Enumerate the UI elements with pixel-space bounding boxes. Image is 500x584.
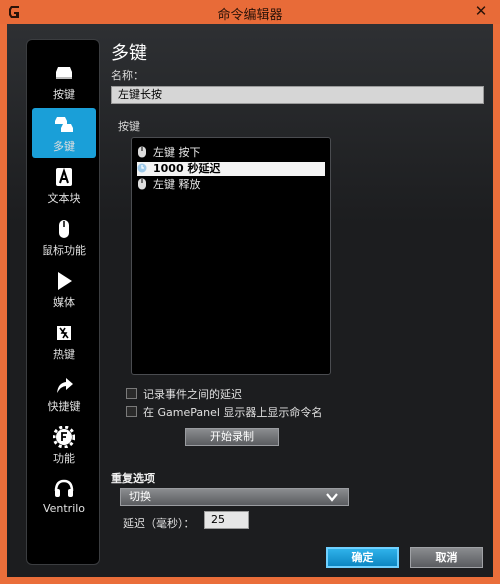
keys-label: 按键 [118, 120, 140, 133]
chevron-down-icon [326, 493, 338, 502]
ok-button[interactable]: 确定 [326, 547, 399, 568]
record-delays-checkbox[interactable]: 记录事件之间的延迟 [126, 388, 242, 402]
sidebar-item-label: 功能 [53, 452, 75, 465]
sidebar-item-media[interactable]: 媒体 [32, 264, 96, 314]
delay-label: 延迟（毫秒）： [123, 517, 195, 530]
sidebar-item-mouse-function[interactable]: 鼠标功能 [32, 212, 96, 262]
name-field[interactable]: 左键长按 [111, 86, 484, 104]
sidebar-item-label: 多键 [53, 140, 75, 153]
sidebar-item-label: 文本块 [47, 192, 81, 205]
sidebar-item-label: 热键 [53, 348, 75, 361]
cancel-button[interactable]: 取消 [410, 547, 483, 568]
sidebar-item-multikey[interactable]: 多键 [32, 108, 96, 158]
show-in-gamepanel-checkbox[interactable]: 在 GamePanel 显示器上显示命令名 [126, 406, 322, 420]
text-block-icon [56, 167, 72, 186]
mouse-icon [138, 146, 146, 158]
key-icon [56, 67, 72, 79]
clock-icon [137, 163, 147, 173]
start-recording-button[interactable]: 开始录制 [185, 428, 279, 446]
sidebar-item-shortcut[interactable]: 快捷键 [32, 368, 96, 418]
sidebar-item-keystroke[interactable]: 按键 [32, 56, 96, 106]
function-gear-icon [53, 426, 75, 448]
keystroke-list[interactable]: 左键 按下 1000 秒延迟 左键 释放 [131, 137, 331, 375]
list-item[interactable]: 左键 释放 [137, 178, 325, 192]
checkbox-label: 在 GamePanel 显示器上显示命令名 [143, 406, 323, 419]
checkbox-box[interactable] [126, 388, 137, 399]
list-item[interactable]: 1000 秒延迟 [137, 162, 325, 176]
delay-ms-field[interactable]: 25 [204, 511, 249, 529]
page-title: 多键 [111, 43, 147, 64]
list-item[interactable]: 左键 按下 [137, 146, 325, 160]
sidebar-item-label: Ventrilo [42, 502, 86, 515]
sidebar-item-label: 快捷键 [47, 400, 81, 413]
command-editor-window: 按键 多键 文本块 鼠标功能 媒体 热键 快捷键 功能 Ventrilo 多键 … [7, 24, 493, 577]
mouse-icon [59, 220, 69, 238]
repeat-options-label: 重复选项 [111, 472, 155, 485]
sidebar-item-label: 按键 [53, 88, 75, 101]
play-icon [58, 272, 72, 290]
sidebar-item-hotkey[interactable]: 热键 [32, 316, 96, 366]
headset-icon [54, 479, 74, 497]
sidebar-item-label: 媒体 [53, 296, 75, 309]
checkbox-box[interactable] [126, 406, 137, 417]
sidebar-item-ventrilo[interactable]: Ventrilo [32, 472, 96, 522]
sidebar-item-label: 鼠标功能 [42, 244, 86, 257]
repeat-options-dropdown[interactable]: 切换 [120, 488, 349, 506]
close-button[interactable]: ✕ [470, 1, 492, 21]
list-item-text: 1000 秒延迟 [153, 162, 221, 175]
command-type-sidebar: 按键 多键 文本块 鼠标功能 媒体 热键 快捷键 功能 Ventrilo [26, 39, 100, 565]
title-bar: 命令编辑器 ✕ [0, 0, 500, 24]
hotkey-icon [57, 326, 71, 340]
list-item-text: 左键 释放 [153, 178, 201, 191]
list-item-text: 左键 按下 [153, 146, 201, 159]
name-label: 名称： [111, 69, 144, 82]
checkbox-label: 记录事件之间的延迟 [143, 388, 242, 401]
multikey-icon [55, 117, 73, 132]
mouse-icon [138, 178, 146, 190]
window-title: 命令编辑器 [217, 8, 283, 23]
sidebar-item-function[interactable]: 功能 [32, 420, 96, 470]
shortcut-arrow-icon [57, 378, 73, 393]
sidebar-item-text-block[interactable]: 文本块 [32, 160, 96, 210]
dropdown-value: 切换 [129, 490, 151, 503]
